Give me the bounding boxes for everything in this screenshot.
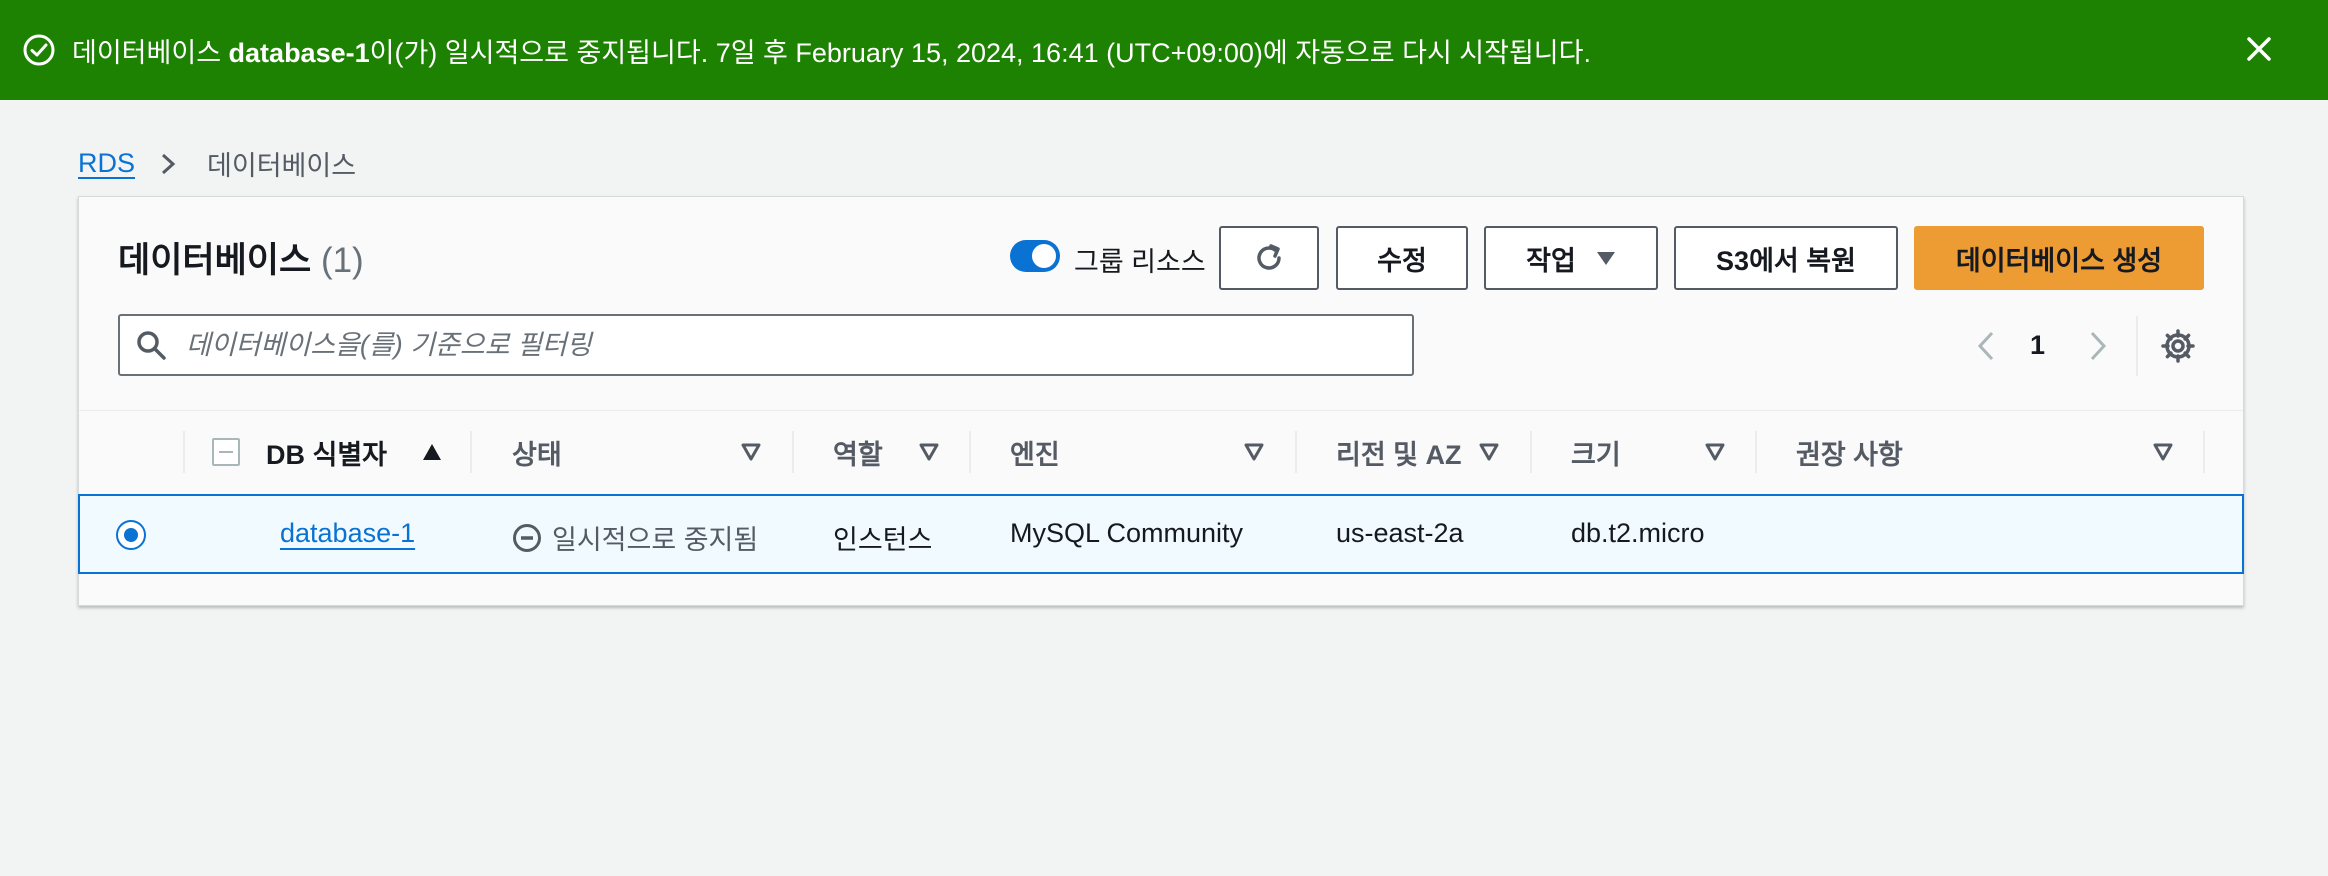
column-header-size[interactable]: 크기 <box>1571 411 1621 493</box>
table-header: DB 식별자 상태 역할 엔진 리전 및 AZ 크기 권장 사항 <box>79 410 2243 493</box>
breadcrumb-rds-link[interactable]: RDS <box>78 148 135 179</box>
breadcrumb-current: 데이터베이스 <box>207 151 357 181</box>
column-header-db-identifier[interactable]: DB 식별자 <box>266 411 387 493</box>
flash-message: 데이터베이스 database-1이(가) 일시적으로 중지됩니다. 7일 후 … <box>72 37 1591 68</box>
group-resources-toggle[interactable] <box>1010 240 1060 272</box>
group-resources-label: 그룹 리소스 <box>1074 247 1206 277</box>
column-header-region-az[interactable]: 리전 및 AZ <box>1336 411 1462 493</box>
sort-icon[interactable] <box>1705 443 1725 461</box>
caret-down-icon <box>1596 250 1616 266</box>
role-cell: 인스턴스 <box>833 525 933 555</box>
page-title: 데이터베이스 (1) <box>118 241 364 280</box>
database-count: (1) <box>320 241 364 280</box>
modify-button[interactable]: 수정 <box>1336 226 1468 290</box>
chevron-right-icon <box>157 153 179 175</box>
sort-icon[interactable] <box>919 443 939 461</box>
sort-ascending-icon[interactable] <box>422 443 442 461</box>
breadcrumb: RDS 데이터베이스 <box>78 144 356 183</box>
row-select-radio[interactable] <box>116 520 146 550</box>
create-database-button[interactable]: 데이터베이스 생성 <box>1914 226 2204 290</box>
sort-icon[interactable] <box>1244 443 1264 461</box>
chevron-right-icon[interactable] <box>2084 330 2112 362</box>
filter-search <box>118 314 1414 376</box>
actions-button[interactable]: 작업 <box>1484 226 1658 290</box>
size-cell: db.t2.micro <box>1571 518 1705 548</box>
status-cell: 일시적으로 중지됨 <box>512 518 758 557</box>
close-icon[interactable] <box>2240 30 2278 68</box>
column-header-role[interactable]: 역할 <box>833 411 883 493</box>
column-header-recommendations[interactable]: 권장 사항 <box>1796 411 1903 493</box>
column-header-engine[interactable]: 엔진 <box>1010 411 1060 493</box>
sort-icon[interactable] <box>2153 443 2173 461</box>
restore-from-s3-button[interactable]: S3에서 복원 <box>1674 226 1898 290</box>
search-input[interactable] <box>184 328 1338 362</box>
sort-icon[interactable] <box>1479 443 1499 461</box>
divider <box>2136 316 2138 376</box>
flash-notification: 데이터베이스 database-1이(가) 일시적으로 중지됩니다. 7일 후 … <box>0 0 2328 100</box>
flash-db-name: database-1 <box>228 37 370 68</box>
chevron-left-icon[interactable] <box>1972 330 2000 362</box>
collapse-all-checkbox[interactable] <box>212 438 240 466</box>
search-icon <box>136 330 166 360</box>
sort-icon[interactable] <box>741 443 761 461</box>
region-az-cell: us-east-2a <box>1336 518 1464 548</box>
db-identifier-link[interactable]: database-1 <box>280 518 415 549</box>
page-number[interactable]: 1 <box>2030 330 2045 361</box>
column-header-status[interactable]: 상태 <box>512 411 562 493</box>
stopped-status-icon <box>512 523 542 553</box>
gear-icon[interactable] <box>2160 328 2196 364</box>
refresh-icon <box>1251 240 1287 276</box>
check-circle-icon <box>22 33 56 67</box>
engine-cell: MySQL Community <box>1010 518 1244 548</box>
refresh-button[interactable] <box>1219 226 1319 290</box>
